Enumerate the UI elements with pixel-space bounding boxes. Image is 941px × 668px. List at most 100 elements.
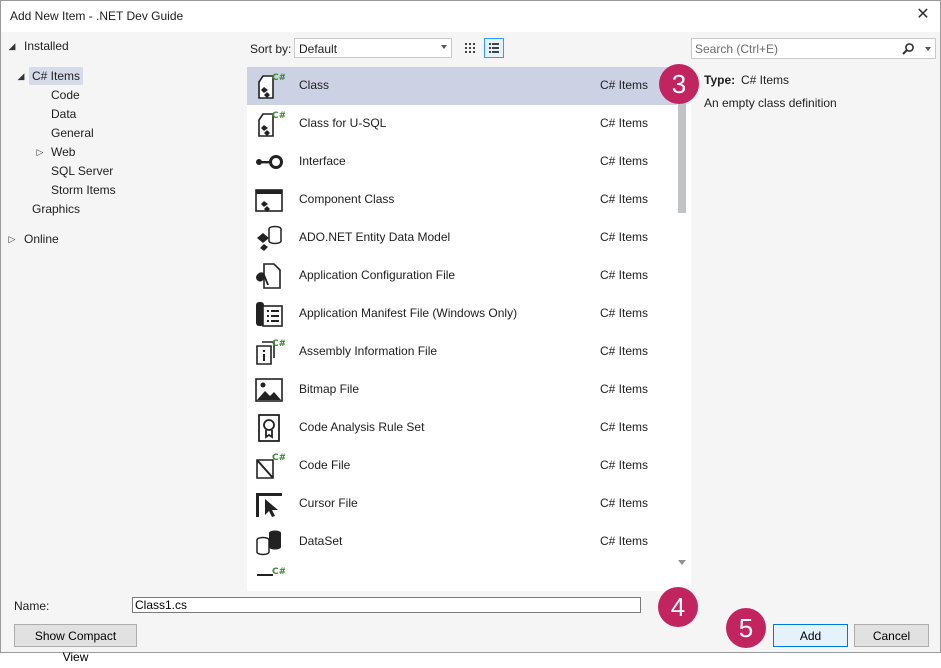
item-name: Code Analysis Rule Set — [299, 420, 425, 434]
list-view-button[interactable] — [484, 38, 504, 58]
grid-view-icon — [465, 43, 475, 53]
list-item[interactable]: Application Configuration File C# Items — [247, 257, 677, 295]
usql-class-icon: C# — [258, 111, 285, 137]
item-category: C# Items — [600, 382, 649, 396]
item-category: C# Items — [600, 192, 649, 206]
tree-node-graphics[interactable]: Graphics — [32, 200, 80, 218]
chevron-down-icon — [441, 45, 447, 49]
manifest-file-icon — [256, 302, 283, 327]
scroll-down-arrow-icon[interactable] — [678, 560, 686, 565]
svg-text:C#: C# — [272, 567, 285, 577]
expand-triangle-icon[interactable]: ▷ — [35, 147, 45, 158]
scrollbar-thumb[interactable] — [678, 101, 686, 213]
cancel-button[interactable]: Cancel — [854, 624, 929, 647]
item-category: C# Items — [600, 78, 649, 92]
list-item[interactable]: C# Class C# Items — [247, 67, 677, 105]
search-box[interactable] — [691, 38, 936, 59]
item-name: Interface — [299, 154, 346, 168]
search-icon[interactable] — [901, 42, 915, 56]
list-item[interactable]: Application Manifest File (Windows Only)… — [247, 295, 677, 333]
item-name: Bitmap File — [299, 382, 360, 396]
tree-node-general[interactable]: General — [51, 124, 94, 142]
tree-node-installed[interactable]: Installed — [24, 37, 69, 55]
item-category: C# Items — [600, 268, 649, 282]
item-name: Code File — [299, 458, 351, 472]
list-item[interactable]: C# Class for U-SQL C# Items — [247, 105, 677, 143]
item-name: Class for U-SQL — [299, 116, 387, 130]
cursor-file-icon — [256, 493, 282, 517]
code-file-icon: C# — [257, 567, 285, 577]
sort-by-value: Default — [299, 42, 338, 56]
assembly-info-icon: C# — [256, 339, 285, 365]
item-name: DataSet — [299, 534, 343, 548]
tree-node-sql-server[interactable]: SQL Server — [51, 162, 113, 180]
list-item[interactable]: Interface C# Items — [247, 143, 677, 181]
item-name: Application Configuration File — [299, 268, 456, 282]
svg-text:C#: C# — [272, 73, 285, 83]
tree-node-web[interactable]: Web — [51, 143, 75, 161]
list-item[interactable]: C# Assembly Information File C# Items — [247, 333, 677, 371]
code-file-icon: C# — [256, 453, 285, 479]
sort-by-label: Sort by: — [250, 42, 292, 56]
add-new-item-dialog: Add New Item - .NET Dev Guide ✕ ◢ Instal… — [0, 0, 941, 664]
config-file-icon — [256, 263, 281, 289]
collapse-triangle-icon[interactable]: ◢ — [7, 41, 17, 52]
show-compact-view-button[interactable]: Show Compact View — [14, 624, 137, 664]
list-item[interactable]: Component Class C# Items — [247, 181, 677, 219]
window-title: Add New Item - .NET Dev Guide — [10, 9, 184, 23]
template-list: C# Class C# Items C# Class for U-SQL C# … — [247, 67, 691, 591]
type-label: Type: — [704, 73, 736, 87]
list-item[interactable]: Code Analysis Rule Set C# Items — [247, 409, 677, 447]
svg-text:C#: C# — [272, 111, 285, 121]
tree-node-code[interactable]: Code — [51, 86, 80, 104]
name-field[interactable] — [132, 597, 641, 613]
entity-data-model-icon — [257, 225, 282, 251]
dataset-icon — [256, 530, 281, 556]
list-view-icon — [489, 43, 499, 53]
list-item[interactable]: Cursor File C# Items — [247, 485, 677, 523]
tree-node-data[interactable]: Data — [51, 105, 76, 123]
list-item[interactable]: Bitmap File C# Items — [247, 371, 677, 409]
item-name: Application Manifest File (Windows Only) — [299, 306, 518, 320]
callout-badge: 5 — [726, 608, 766, 648]
add-button[interactable]: Add — [773, 624, 848, 647]
close-icon[interactable]: ✕ — [914, 6, 932, 24]
title-bar: Add New Item - .NET Dev Guide ✕ — [1, 1, 940, 32]
callout-badge: 3 — [659, 64, 699, 104]
sort-by-dropdown[interactable]: Default — [294, 38, 452, 58]
item-name: Cursor File — [299, 496, 358, 510]
expand-triangle-icon[interactable]: ▷ — [7, 234, 17, 245]
item-name: Assembly Information File — [299, 344, 438, 358]
interface-icon — [256, 155, 283, 169]
item-name: ADO.NET Entity Data Model — [299, 230, 451, 244]
medium-icons-view-button[interactable] — [460, 38, 480, 58]
tree-node-online[interactable]: Online — [24, 230, 59, 248]
tree-node-storm-items[interactable]: Storm Items — [51, 181, 116, 199]
search-input[interactable] — [695, 41, 900, 56]
item-category: C# Items — [600, 496, 649, 510]
item-category: C# Items — [600, 230, 649, 244]
list-item[interactable]: C# Code File C# Items — [247, 447, 677, 485]
svg-text:C#: C# — [272, 339, 285, 349]
callout-badge: 4 — [658, 587, 698, 627]
name-label: Name: — [14, 599, 50, 613]
tree-node-csharp-items[interactable]: C# Items — [29, 67, 84, 85]
class-icon: C# — [258, 73, 285, 99]
rule-set-icon — [258, 414, 280, 442]
svg-text:C#: C# — [272, 453, 285, 463]
component-class-icon — [255, 189, 283, 212]
list-item-partial[interactable]: C# — [247, 561, 677, 591]
chevron-down-icon[interactable] — [925, 47, 931, 51]
list-item[interactable]: ADO.NET Entity Data Model C# Items — [247, 219, 677, 257]
item-category: C# Items — [600, 306, 649, 320]
item-category: C# Items — [600, 116, 649, 130]
item-category: C# Items — [600, 344, 649, 358]
item-category: C# Items — [600, 534, 649, 548]
type-value: C# Items — [741, 73, 790, 87]
list-item[interactable]: DataSet C# Items — [247, 523, 677, 561]
item-category: C# Items — [600, 154, 649, 168]
item-name: Class — [299, 78, 330, 92]
item-category: C# Items — [600, 420, 649, 434]
item-category: C# Items — [600, 458, 649, 472]
collapse-triangle-icon[interactable]: ◢ — [16, 71, 26, 82]
